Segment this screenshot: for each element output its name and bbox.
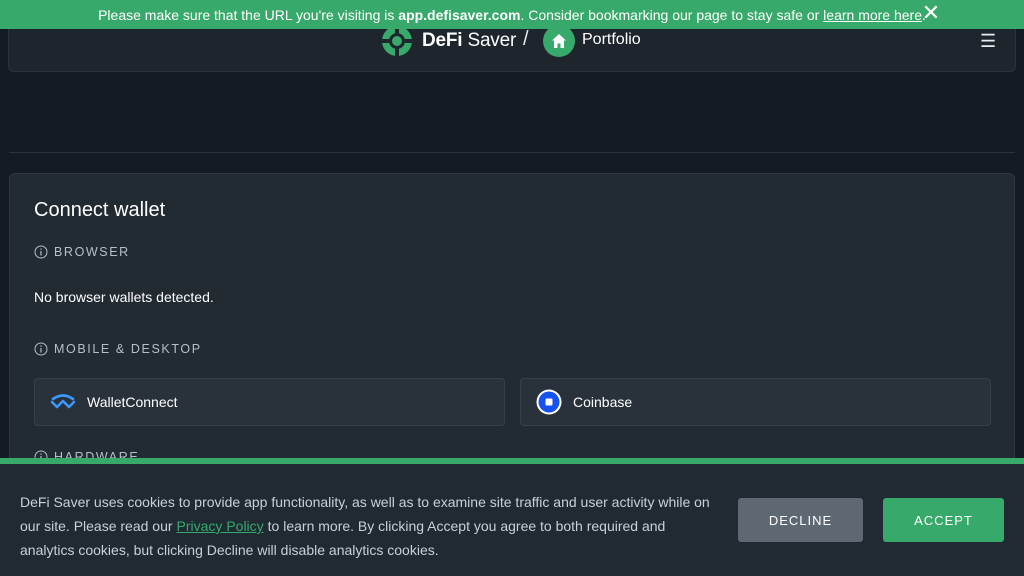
connect-wallet-panel: Connect wallet BROWSER No browser wallet…	[9, 173, 1015, 473]
logo-text-regular: Saver	[467, 30, 517, 51]
walletconnect-icon	[49, 388, 77, 416]
close-icon[interactable]: ✕	[920, 2, 942, 25]
logo[interactable]: DeFi Saver	[381, 25, 516, 57]
coinbase-label: Coinbase	[573, 394, 633, 410]
info-icon	[34, 342, 48, 356]
home-icon[interactable]	[543, 25, 575, 57]
defisaver-logo-icon	[382, 26, 412, 56]
section-mobile-desktop-label: MOBILE & DESKTOP	[54, 342, 202, 356]
url-warning-banner: Please make sure that the URL you're vis…	[0, 0, 1024, 29]
page-title[interactable]: Portfolio	[582, 31, 641, 49]
banner-prefix: Please make sure that the URL you're vis…	[98, 6, 395, 23]
walletconnect-button[interactable]: WalletConnect	[34, 378, 505, 426]
cookie-consent-bar: DeFi Saver uses cookies to provide app f…	[0, 458, 1024, 576]
connect-wallet-title: Connect wallet	[34, 199, 166, 221]
decline-button[interactable]: DECLINE	[738, 498, 863, 542]
learn-more-link[interactable]: learn more here	[823, 7, 922, 23]
content-divider	[9, 152, 1015, 153]
logo-text: DeFi Saver	[422, 30, 516, 52]
no-browser-wallets-text: No browser wallets detected.	[34, 289, 214, 305]
banner-middle: . Consider bookmarking our page to stay …	[520, 6, 820, 23]
cookie-text: DeFi Saver uses cookies to provide app f…	[20, 490, 720, 562]
logo-text-bold: DeFi	[422, 30, 463, 51]
coinbase-icon	[535, 388, 563, 416]
banner-domain: app.defisaver.com	[398, 6, 521, 23]
hamburger-menu-icon[interactable]: ☰	[980, 31, 996, 52]
coinbase-button[interactable]: Coinbase	[520, 378, 991, 426]
privacy-policy-link[interactable]: Privacy Policy	[177, 518, 264, 534]
breadcrumb-separator: /	[523, 28, 529, 50]
walletconnect-label: WalletConnect	[87, 394, 178, 410]
accept-button[interactable]: ACCEPT	[883, 498, 1004, 542]
info-icon	[34, 245, 48, 259]
section-browser: BROWSER	[34, 245, 130, 259]
section-browser-label: BROWSER	[54, 245, 130, 259]
section-mobile-desktop: MOBILE & DESKTOP	[34, 342, 202, 356]
